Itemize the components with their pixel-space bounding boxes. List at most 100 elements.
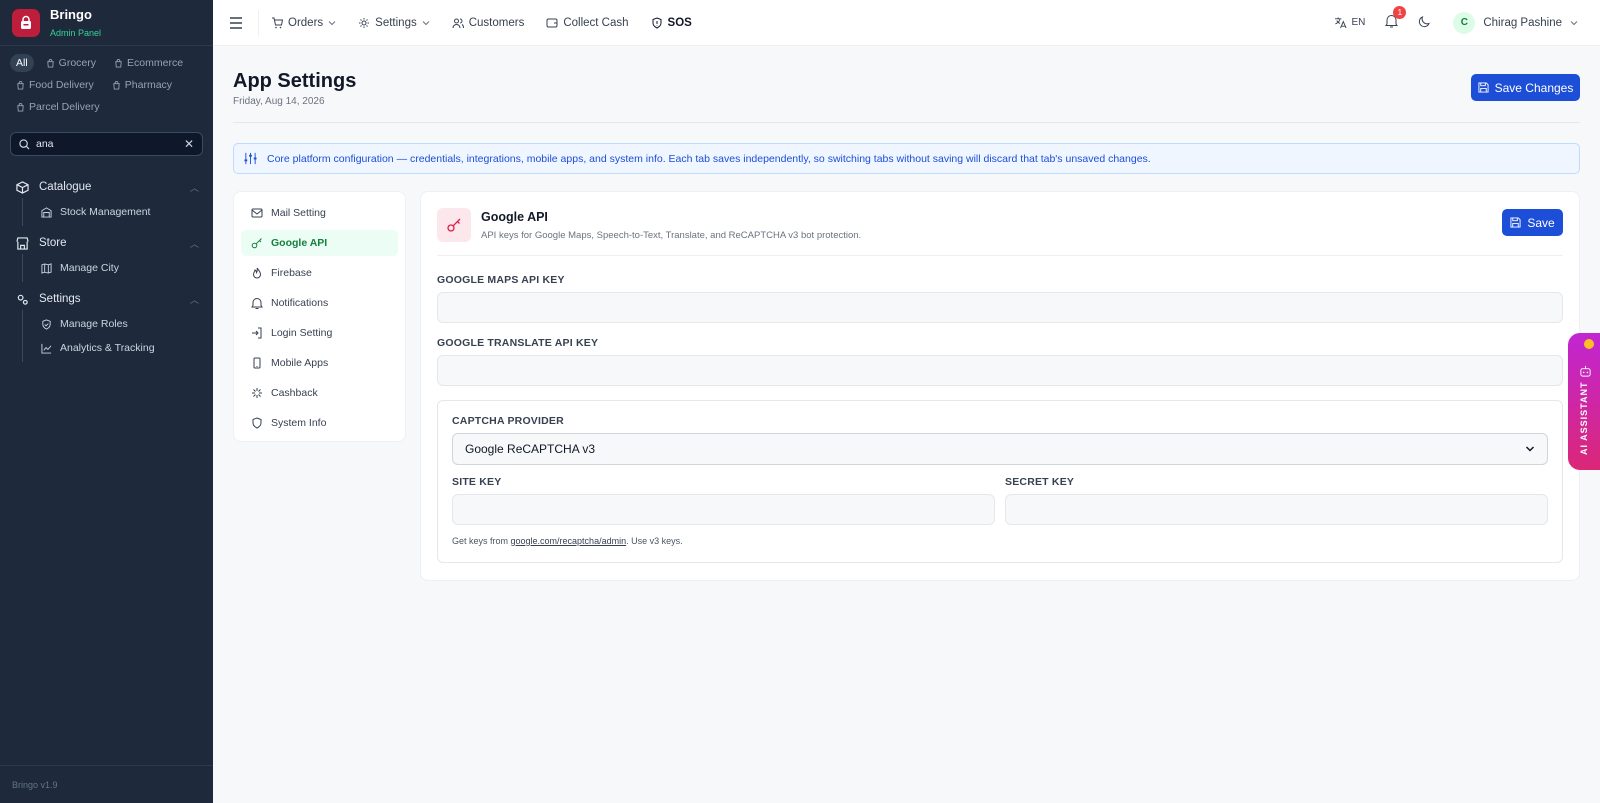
- language-switcher[interactable]: EN: [1334, 16, 1365, 29]
- topnav-sos[interactable]: SOS: [651, 17, 692, 29]
- store-icon: [16, 236, 29, 250]
- nav-stock-management[interactable]: Stock Management: [41, 200, 213, 224]
- tab-google-api[interactable]: Google API: [241, 230, 398, 256]
- filter-parcel-delivery[interactable]: Parcel Delivery: [10, 98, 106, 116]
- chevron-up-icon: ︿: [189, 238, 199, 249]
- tab-cashback[interactable]: Cashback: [241, 380, 398, 406]
- gear-icon: [359, 17, 370, 28]
- ai-assistant-label: AI ASSISTANT: [1579, 381, 1589, 455]
- bag-icon: [17, 80, 24, 90]
- nav-manage-roles[interactable]: Manage Roles: [41, 312, 213, 336]
- clear-search-icon[interactable]: ✕: [184, 137, 194, 151]
- chart-icon: [41, 343, 52, 354]
- google-api-card: Google API API keys for Google Maps, Spe…: [420, 191, 1580, 581]
- topnav-customers[interactable]: Customers: [452, 17, 524, 29]
- user-menu[interactable]: C Chirag Pashine: [1453, 11, 1578, 34]
- save-changes-button[interactable]: Save Changes: [1471, 74, 1580, 101]
- sliders-icon: [244, 152, 257, 165]
- brand-subtitle: Admin Panel: [50, 28, 102, 38]
- topnav-orders[interactable]: Orders: [271, 17, 336, 29]
- bag-icon: [46, 58, 54, 68]
- bag-icon: [113, 80, 120, 90]
- warehouse-icon: [41, 206, 52, 218]
- site-key-label: SITE KEY: [452, 476, 502, 488]
- login-icon: [252, 327, 262, 339]
- site-key-input[interactable]: [452, 494, 995, 525]
- box-icon: [16, 180, 29, 194]
- users-icon: [452, 18, 464, 28]
- maps-api-key-label: GOOGLE MAPS API KEY: [437, 274, 565, 286]
- chevron-up-icon: ︿: [189, 294, 199, 305]
- nav-manage-city[interactable]: Manage City: [41, 256, 213, 280]
- secret-key-label: SECRET KEY: [1005, 476, 1075, 488]
- divider: [233, 122, 1580, 123]
- save-icon: [1478, 82, 1489, 93]
- map-icon: [41, 262, 52, 274]
- mail-icon: [251, 208, 263, 218]
- theme-toggle-button[interactable]: [1418, 15, 1431, 31]
- key-icon: [437, 208, 471, 242]
- status-dot: [1584, 339, 1594, 349]
- save-button[interactable]: Save: [1502, 209, 1563, 236]
- search-icon: [19, 138, 30, 150]
- nav-store[interactable]: Store ︿: [0, 232, 213, 254]
- key-icon: [251, 238, 262, 249]
- chevron-up-icon: ︿: [189, 182, 199, 193]
- shield-icon: [652, 16, 662, 29]
- secret-key-input[interactable]: [1005, 494, 1548, 525]
- tab-login-setting[interactable]: Login Setting: [241, 320, 398, 346]
- recaptcha-admin-link[interactable]: google.com/recaptcha/admin: [511, 536, 627, 546]
- nav-catalogue[interactable]: Catalogue ︿: [0, 176, 213, 198]
- filter-food-delivery[interactable]: Food Delivery: [10, 76, 100, 94]
- page-date: Friday, Aug 14, 2026: [233, 96, 325, 107]
- chevron-down-icon: [1525, 446, 1535, 452]
- shield-check-icon: [42, 318, 51, 330]
- ai-assistant-tab[interactable]: AI ASSISTANT: [1568, 333, 1600, 470]
- sidebar-nav: Catalogue ︿ Stock Management Store ︿ Man…: [0, 176, 213, 362]
- brand-logo-icon: [12, 8, 40, 37]
- module-filters: All Grocery Ecommerce Food Delivery Phar…: [0, 46, 213, 120]
- filter-grocery[interactable]: Grocery: [40, 54, 102, 72]
- card-subtitle: API keys for Google Maps, Speech-to-Text…: [481, 230, 862, 241]
- robot-icon: [1580, 365, 1591, 377]
- tab-mail-setting[interactable]: Mail Setting: [241, 200, 398, 226]
- flame-icon: [252, 267, 262, 279]
- translate-api-key-label: GOOGLE TRANSLATE API KEY: [437, 337, 599, 349]
- captcha-hint: Get keys from google.com/recaptcha/admin…: [452, 536, 683, 546]
- moon-icon: [1419, 15, 1431, 27]
- translate-api-key-input[interactable]: [437, 355, 1563, 386]
- maps-api-key-input[interactable]: [437, 292, 1563, 323]
- info-text: Core platform configuration — credential…: [267, 152, 1151, 165]
- captcha-section: CAPTCHA PROVIDER Google ReCAPTCHA v3 SIT…: [437, 400, 1563, 563]
- topnav-collect-cash[interactable]: Collect Cash: [546, 17, 629, 29]
- bag-icon: [17, 102, 24, 112]
- nav-analytics-tracking[interactable]: Analytics & Tracking: [41, 336, 213, 360]
- tab-system-info[interactable]: System Info: [241, 410, 398, 436]
- brand-name: Bringo: [50, 7, 92, 22]
- nav-settings[interactable]: Settings ︿: [0, 288, 213, 310]
- topnav-settings[interactable]: Settings: [358, 17, 430, 29]
- tab-firebase[interactable]: Firebase: [241, 260, 398, 286]
- bag-icon: [115, 58, 122, 68]
- card-title: Google API: [481, 210, 548, 224]
- menu-toggle-button[interactable]: [213, 9, 259, 36]
- filter-all[interactable]: All: [10, 54, 34, 72]
- bell-icon: [251, 298, 263, 309]
- avatar: C: [1453, 11, 1476, 34]
- phone-icon: [253, 357, 261, 369]
- divider: [437, 255, 1563, 256]
- captcha-provider-label: CAPTCHA PROVIDER: [452, 415, 564, 427]
- filter-pharmacy[interactable]: Pharmacy: [106, 76, 178, 94]
- info-banner: Core platform configuration — credential…: [233, 143, 1580, 174]
- chevron-down-icon: [422, 20, 430, 25]
- tab-mobile-apps[interactable]: Mobile Apps: [241, 350, 398, 376]
- tab-notifications[interactable]: Notifications: [241, 290, 398, 316]
- version-label: Bringo v1.9: [0, 765, 213, 803]
- sparkle-icon: [252, 388, 262, 398]
- chevron-down-icon: [328, 20, 336, 25]
- captcha-provider-select[interactable]: Google ReCAPTCHA v3: [452, 433, 1548, 465]
- sidebar: Bringo Admin Panel All Grocery Ecommerce…: [0, 0, 213, 803]
- search-input[interactable]: [36, 138, 184, 150]
- filter-ecommerce[interactable]: Ecommerce: [108, 54, 189, 72]
- notifications-button[interactable]: 1: [1385, 6, 1407, 31]
